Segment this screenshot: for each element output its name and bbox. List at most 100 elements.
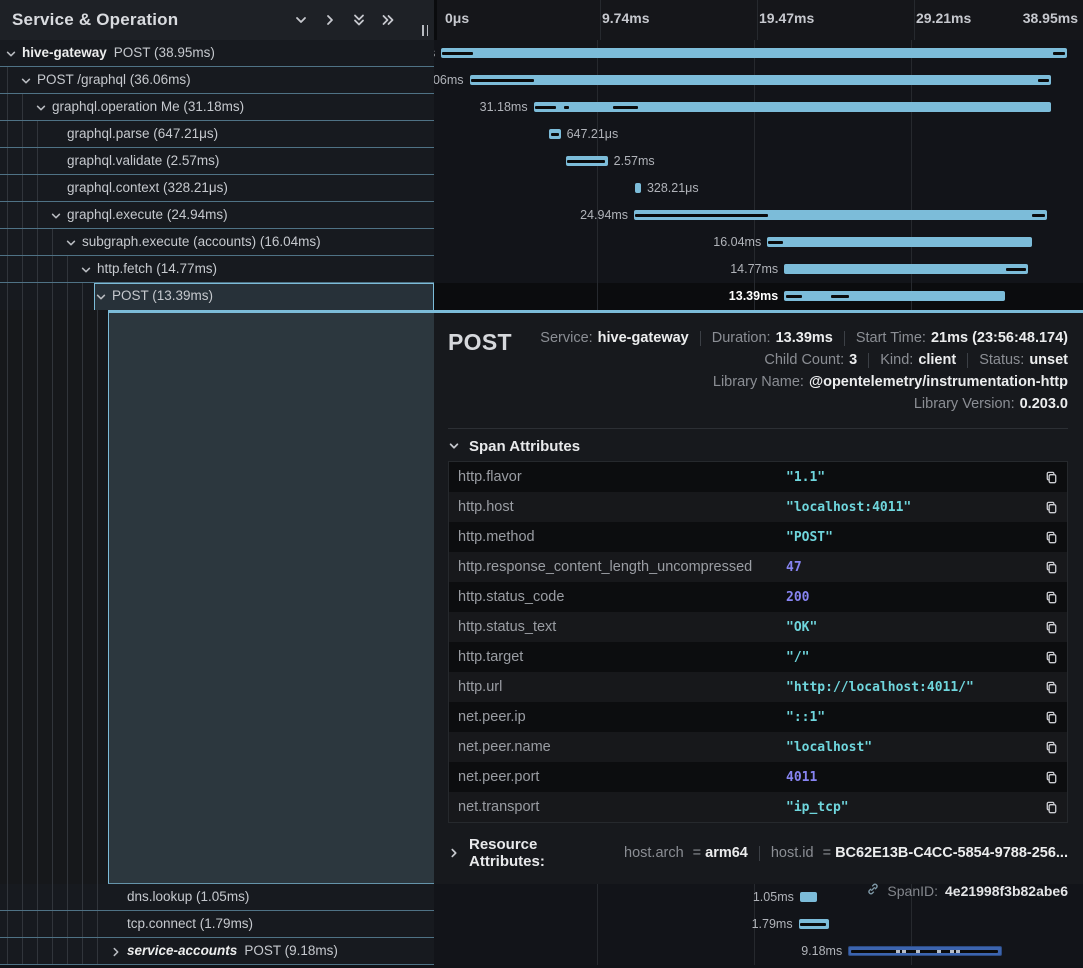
equals-sign: =	[693, 845, 701, 861]
copy-icon[interactable]	[1038, 494, 1064, 520]
span-duration-bar[interactable]	[767, 237, 1032, 247]
timeline-track: 36.06ms	[440, 67, 1068, 94]
ruler-tick-line	[757, 0, 758, 40]
chevron-down-icon[interactable]	[49, 209, 63, 223]
span-attributes-table: http.flavor"1.1"http.host"localhost:4011…	[448, 461, 1068, 823]
indent-guide	[52, 283, 53, 310]
span-duration-bar[interactable]	[635, 183, 641, 193]
indent-guide	[52, 256, 53, 282]
child-span-marker	[896, 950, 900, 953]
span-duration-label: 31.18ms	[480, 100, 528, 114]
attribute-key: net.peer.port	[458, 769, 786, 785]
resource-attributes-toggle[interactable]: Resource Attributes: host.arch=arm64host…	[448, 836, 1068, 870]
copy-icon[interactable]	[1038, 614, 1064, 640]
span-row-name[interactable]: hive-gatewayPOST (38.95ms)	[0, 40, 434, 67]
copy-icon[interactable]	[1038, 764, 1064, 790]
copy-icon[interactable]	[1038, 584, 1064, 610]
span-row-label: service-accountsPOST (9.18ms)	[127, 943, 338, 958]
critical-path-segment	[800, 923, 826, 926]
span-row-name[interactable]: graphql.execute (24.94ms)	[0, 202, 434, 229]
child-span-marker	[902, 950, 906, 953]
copy-icon[interactable]	[1038, 464, 1064, 490]
span-row-timeline[interactable]: 24.94ms	[434, 202, 1083, 229]
span-row-name[interactable]: http.fetch (14.77ms)	[0, 256, 434, 283]
copy-icon[interactable]	[1038, 794, 1064, 820]
chevron-down-icon[interactable]	[4, 47, 18, 61]
span-duration-bar[interactable]	[470, 75, 1052, 85]
span-row-timeline[interactable]: 9.18ms	[434, 938, 1083, 965]
span-row-timeline[interactable]: 328.21μs	[434, 175, 1083, 202]
indent-guide	[37, 148, 38, 174]
span-duration-label: 328.21μs	[647, 181, 699, 195]
span-rows: hive-gatewayPOST (38.95ms)38.95msPOST /g…	[0, 40, 1083, 310]
overview-key: Service:	[540, 330, 592, 346]
span-row-name[interactable]: graphql.operation Me (31.18ms)	[0, 94, 434, 121]
chevron-down-icon[interactable]	[34, 101, 48, 115]
span-row-name[interactable]: POST /graphql (36.06ms)	[0, 67, 434, 94]
copy-icon[interactable]	[1038, 704, 1064, 730]
span-row-name[interactable]: tcp.connect (1.79ms)	[0, 911, 434, 938]
span-row-name[interactable]: graphql.parse (647.21μs)	[0, 121, 434, 148]
span-name-title: POST	[448, 321, 512, 356]
collapse-all-icon[interactable]	[351, 12, 367, 28]
timeline-gridline	[911, 911, 912, 938]
timeline-track: 9.18ms	[440, 938, 1068, 965]
copy-icon[interactable]	[1038, 644, 1064, 670]
attribute-value: "/"	[786, 650, 1038, 665]
attribute-value: "::1"	[786, 710, 1038, 725]
span-attributes-toggle[interactable]: Span Attributes	[448, 431, 1068, 461]
attribute-value: "http://localhost:4011/"	[786, 680, 1038, 695]
indent-guide	[22, 938, 23, 964]
chevron-down-icon[interactable]	[19, 74, 33, 88]
span-row-timeline[interactable]: 2.57ms	[434, 148, 1083, 175]
overview-key: Duration:	[712, 330, 771, 346]
chevron-down-icon[interactable]	[64, 236, 78, 250]
link-icon[interactable]	[866, 882, 880, 899]
column-resize-handle[interactable]	[422, 25, 428, 36]
indent-guide	[7, 256, 8, 282]
attribute-row: http.status_text"OK"	[449, 612, 1067, 642]
resource-attributes-label: Resource Attributes:	[469, 836, 614, 870]
trace-timeline-view: Service & Operation 0μs9.74ms19.47ms29.2…	[0, 0, 1083, 968]
span-detail-panel: POST Service:hive-gatewayDuration:13.39m…	[434, 313, 1083, 884]
collapse-one-icon[interactable]	[293, 12, 309, 28]
indent-guide	[67, 884, 68, 910]
span-row-timeline[interactable]: 14.77ms	[434, 256, 1083, 283]
span-row-name[interactable]: graphql.validate (2.57ms)	[0, 148, 434, 175]
span-row-timeline[interactable]: 16.04ms	[434, 229, 1083, 256]
critical-path-segment	[567, 160, 605, 163]
chevron-right-icon[interactable]	[109, 945, 123, 959]
span-duration-bar[interactable]	[784, 264, 1028, 274]
attribute-row: http.status_code200	[449, 582, 1067, 612]
expand-all-icon[interactable]	[380, 12, 396, 28]
indent-guide	[97, 310, 98, 884]
span-row-name[interactable]: service-accountsPOST (9.18ms)	[0, 938, 434, 965]
timeline-track: 1.79ms	[440, 911, 1068, 938]
chevron-down-icon[interactable]	[94, 290, 108, 304]
attribute-value: 200	[786, 590, 1038, 605]
timeline-track: 328.21μs	[440, 175, 1068, 202]
span-row-timeline[interactable]: 38.95ms	[434, 40, 1083, 67]
span-row-timeline[interactable]: 31.18ms	[434, 94, 1083, 121]
copy-icon[interactable]	[1038, 554, 1064, 580]
span-row-name[interactable]: dns.lookup (1.05ms)	[0, 884, 434, 911]
span-duration-bar[interactable]	[441, 48, 1066, 58]
span-row-timeline[interactable]: 36.06ms	[434, 67, 1083, 94]
indent-guide	[67, 911, 68, 937]
span-duration-bar[interactable]	[534, 102, 1051, 112]
child-span-marker	[937, 950, 941, 953]
ruler-tick-label: 38.95ms	[1023, 10, 1078, 26]
span-row-name[interactable]: graphql.context (328.21μs)	[0, 175, 434, 202]
attribute-row: net.peer.ip"::1"	[449, 702, 1067, 732]
span-row-timeline[interactable]: 1.79ms	[434, 911, 1083, 938]
span-row-timeline[interactable]: 13.39ms	[434, 283, 1083, 310]
span-row-name[interactable]: subgraph.execute (accounts) (16.04ms)	[0, 229, 434, 256]
span-duration-bar[interactable]	[784, 291, 1005, 301]
copy-icon[interactable]	[1038, 524, 1064, 550]
copy-icon[interactable]	[1038, 734, 1064, 760]
chevron-down-icon[interactable]	[79, 263, 93, 277]
expand-one-icon[interactable]	[322, 12, 338, 28]
span-row-name[interactable]: POST (13.39ms)	[0, 283, 434, 310]
copy-icon[interactable]	[1038, 674, 1064, 700]
span-row-timeline[interactable]: 647.21μs	[434, 121, 1083, 148]
